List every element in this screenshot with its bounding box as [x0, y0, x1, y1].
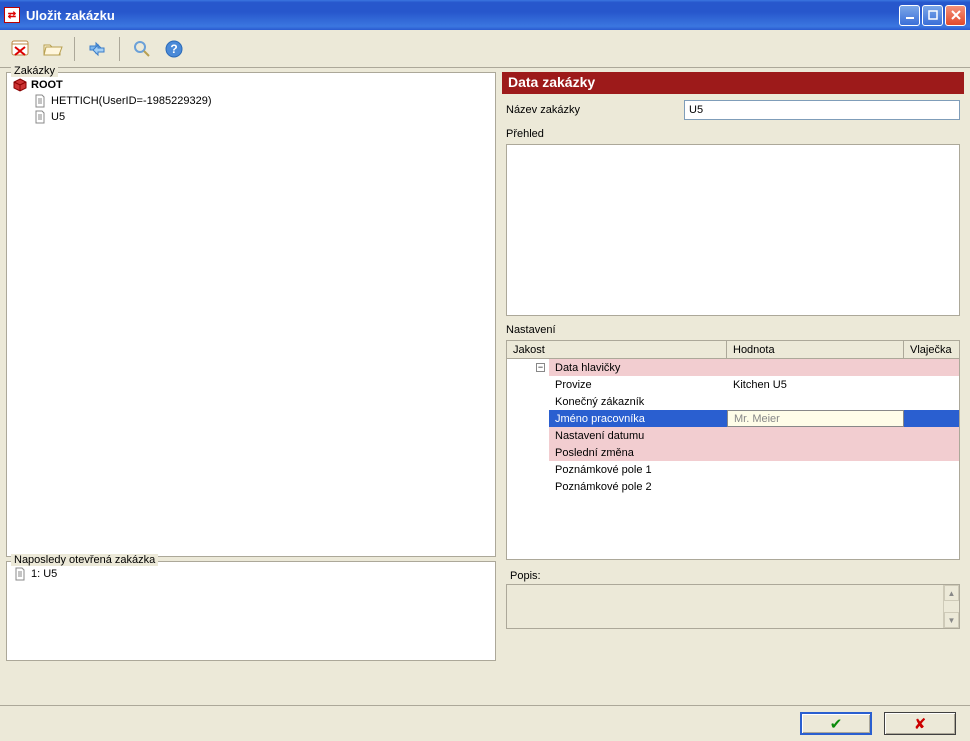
- grid-cell-quality: Poznámkové pole 2: [549, 478, 727, 495]
- grid-cell-quality: Provize: [549, 376, 727, 393]
- minimize-button[interactable]: [899, 5, 920, 26]
- orders-tree-label: Zakázky: [11, 65, 58, 77]
- grid-cell-quality: Jméno pracovníka: [549, 410, 727, 427]
- grid-cell-quality: Konečný zákazník: [549, 393, 727, 410]
- tree-root-label: ROOT: [31, 79, 63, 91]
- grid-row[interactable]: Provize Kitchen U5: [507, 376, 959, 393]
- ok-button[interactable]: ✔: [800, 712, 872, 735]
- window-title: Uložit zakázku: [26, 8, 899, 23]
- svg-text:?: ?: [170, 42, 177, 56]
- grid-group-row[interactable]: − Data hlavičky: [507, 359, 959, 376]
- description-box[interactable]: ▲ ▼: [506, 584, 960, 629]
- titlebar: ⇄ Uložit zakázku: [0, 0, 970, 30]
- collapse-icon[interactable]: −: [536, 363, 545, 372]
- toolbar-separator: [74, 37, 75, 61]
- scroll-up-icon[interactable]: ▲: [944, 585, 959, 601]
- folder-button[interactable]: [38, 35, 66, 63]
- grid-row[interactable]: Poznámkové pole 1: [507, 461, 959, 478]
- tree-item-label: HETTICH(UserID=-1985229329): [51, 95, 211, 107]
- dialog-button-bar: ✔ ✘: [0, 705, 970, 741]
- grid-cell-flag: [904, 393, 959, 410]
- grid-cell-quality: Data hlavičky: [549, 359, 727, 376]
- grid-cell-value: [727, 427, 904, 444]
- grid-cell-flag: [904, 478, 959, 495]
- document-icon: [33, 94, 47, 108]
- grid-row[interactable]: Konečný zákazník: [507, 393, 959, 410]
- grid-cell-flag: [904, 444, 959, 461]
- grid-cell-flag: [904, 461, 959, 478]
- grid-row[interactable]: Nastavení datumu: [507, 427, 959, 444]
- app-icon: ⇄: [4, 7, 20, 23]
- search-button[interactable]: [128, 35, 156, 63]
- preview-label: Přehled: [502, 126, 964, 142]
- toolbar: ?: [0, 30, 970, 68]
- tree-item-hettich[interactable]: HETTICH(UserID=-1985229329): [9, 93, 493, 109]
- grid-cell-value: [727, 478, 904, 495]
- grid-cell-quality: Poznámkové pole 1: [549, 461, 727, 478]
- order-name-input[interactable]: [684, 100, 960, 120]
- orders-tree[interactable]: ROOT HETTICH(UserID=-1985229329) U5: [7, 73, 495, 556]
- grid-row[interactable]: Poslední změna: [507, 444, 959, 461]
- order-name-label: Název zakázky: [506, 104, 676, 116]
- recent-orders-label: Naposledy otevřená zakázka: [11, 554, 158, 566]
- tree-item-label: U5: [51, 111, 65, 123]
- grid-cell-value-editing[interactable]: Mr. Meier: [727, 410, 904, 427]
- close-button[interactable]: [945, 5, 966, 26]
- col-flag[interactable]: Vlaječka: [904, 341, 959, 358]
- cancel-button[interactable]: ✘: [884, 712, 956, 735]
- cube-icon: [13, 78, 27, 92]
- transfer-button[interactable]: [83, 35, 111, 63]
- settings-grid[interactable]: Jakost Hodnota Vlaječka − Data hlavičky …: [506, 340, 960, 560]
- recent-item-label: 1: U5: [31, 568, 57, 580]
- recent-orders-list[interactable]: 1: U5: [7, 562, 495, 660]
- grid-row[interactable]: Poznámkové pole 2: [507, 478, 959, 495]
- col-quality[interactable]: Jakost: [507, 341, 727, 358]
- order-data-header: Data zakázky: [502, 72, 964, 94]
- grid-cell-value: [727, 359, 904, 376]
- grid-cell-flag: [904, 376, 959, 393]
- grid-cell-value: [727, 461, 904, 478]
- maximize-button[interactable]: [922, 5, 943, 26]
- toolbar-separator: [119, 37, 120, 61]
- grid-cell-value: Kitchen U5: [727, 376, 904, 393]
- tree-item-u5[interactable]: U5: [9, 109, 493, 125]
- col-value[interactable]: Hodnota: [727, 341, 904, 358]
- grid-cell-quality: Nastavení datumu: [549, 427, 727, 444]
- grid-cell-flag: [904, 427, 959, 444]
- delete-button[interactable]: [6, 35, 34, 63]
- document-icon: [33, 110, 47, 124]
- grid-header: Jakost Hodnota Vlaječka: [507, 341, 959, 359]
- help-button[interactable]: ?: [160, 35, 188, 63]
- grid-cell-value: [727, 444, 904, 461]
- recent-orders-panel: Naposledy otevřená zakázka 1: U5: [6, 561, 496, 661]
- grid-cell-flag: [904, 359, 959, 376]
- recent-item[interactable]: 1: U5: [9, 566, 493, 582]
- scroll-down-icon[interactable]: ▼: [944, 612, 959, 628]
- settings-label: Nastavení: [502, 322, 964, 338]
- grid-cell-flag: [904, 410, 959, 427]
- grid-row-selected[interactable]: Jméno pracovníka Mr. Meier: [507, 410, 959, 427]
- grid-cell-quality: Poslední změna: [549, 444, 727, 461]
- document-icon: [13, 567, 27, 581]
- description-label: Popis:: [506, 568, 960, 584]
- scrollbar[interactable]: ▲ ▼: [943, 585, 959, 628]
- grid-cell-value: [727, 393, 904, 410]
- description-text[interactable]: [507, 585, 943, 628]
- tree-root[interactable]: ROOT: [9, 77, 493, 93]
- orders-tree-panel: Zakázky ROOT HETTICH(UserID=-1985229329): [6, 72, 496, 557]
- preview-area: [506, 144, 960, 316]
